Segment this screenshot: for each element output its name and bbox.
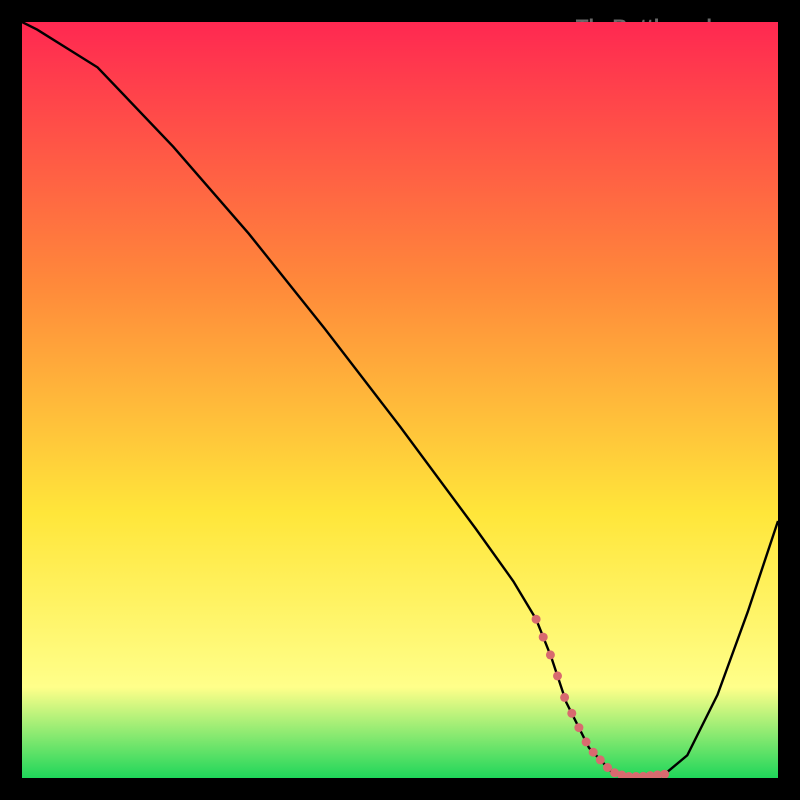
valley-dot	[539, 633, 548, 642]
valley-dot	[589, 748, 598, 757]
valley-dot	[532, 615, 541, 624]
valley-dot	[567, 709, 576, 718]
valley-dot	[553, 671, 562, 680]
chart-frame: TheBottleneck.com	[16, 16, 784, 784]
valley-dot	[582, 737, 591, 746]
valley-dot	[574, 723, 583, 732]
valley-dot	[546, 650, 555, 659]
plot-area	[22, 22, 778, 778]
valley-dot	[596, 755, 605, 764]
chart-svg	[22, 22, 778, 778]
gradient-background	[22, 22, 778, 778]
valley-dot	[560, 693, 569, 702]
